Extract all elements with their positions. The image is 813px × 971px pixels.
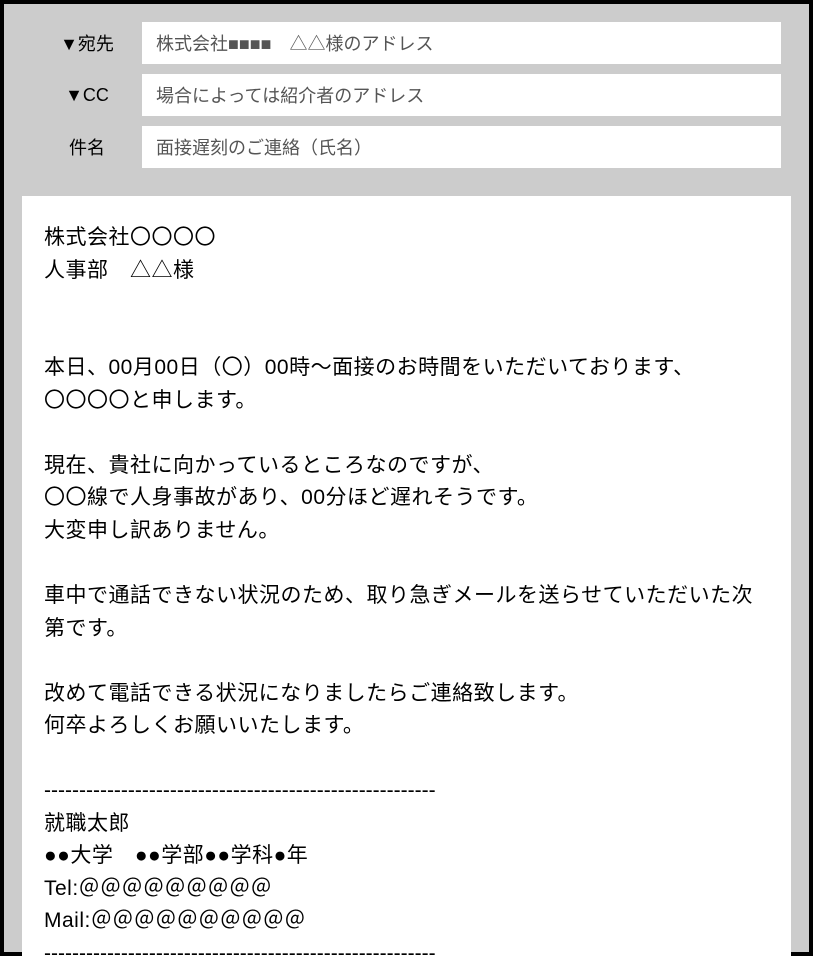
subject-label: 件名 xyxy=(32,134,142,160)
body-greeting-person: 人事部 △△様 xyxy=(44,255,769,288)
signature-tel: Tel:＠＠＠＠＠＠＠＠＠ xyxy=(44,873,769,906)
subject-field[interactable]: 面接遅刻のご連絡（氏名） xyxy=(142,126,781,168)
email-body[interactable]: 株式会社〇〇〇〇 人事部 △△様 本日、00月00日（〇）00時〜面接のお時間を… xyxy=(22,196,791,956)
signature-name: 就職太郎 xyxy=(44,808,769,841)
body-para2-line1: 現在、貴社に向かっているところなのですが、 xyxy=(44,450,769,483)
to-label: ▼宛先 xyxy=(32,30,142,56)
subject-row: 件名 面接遅刻のご連絡（氏名） xyxy=(32,126,781,168)
body-para3-line1: 車中で通話できない状況のため、取り急ぎメールを送らせていただいた次第です。 xyxy=(44,580,769,645)
to-field[interactable]: 株式会社■■■■ △△様のアドレス xyxy=(142,22,781,64)
email-header: ▼宛先 株式会社■■■■ △△様のアドレス ▼CC 場合によっては紹介者のアドレ… xyxy=(22,22,791,196)
cc-label: ▼CC xyxy=(32,85,142,106)
email-template-container: ▼宛先 株式会社■■■■ △△様のアドレス ▼CC 場合によっては紹介者のアドレ… xyxy=(0,0,813,956)
body-para1-line1: 本日、00月00日（〇）00時〜面接のお時間をいただいております、 xyxy=(44,352,769,385)
body-para2-line3: 大変申し訳ありません。 xyxy=(44,515,769,548)
body-greeting-company: 株式会社〇〇〇〇 xyxy=(44,222,769,255)
body-para2-line2: 〇〇線で人身事故があり、00分ほど遅れそうです。 xyxy=(44,482,769,515)
body-para1-line2: 〇〇〇〇と申します。 xyxy=(44,385,769,418)
to-row: ▼宛先 株式会社■■■■ △△様のアドレス xyxy=(32,22,781,64)
cc-field[interactable]: 場合によっては紹介者のアドレス xyxy=(142,74,781,116)
body-para4-line1: 改めて電話できる状況になりましたらご連絡致します。 xyxy=(44,678,769,711)
signature-divider-top: ----------------------------------------… xyxy=(44,775,769,808)
signature-divider-bottom: ----------------------------------------… xyxy=(44,938,769,971)
signature-mail: Mail:＠＠＠＠＠＠＠＠＠＠ xyxy=(44,905,769,938)
body-para4-line2: 何卒よろしくお願いいたします。 xyxy=(44,710,769,743)
signature-school: ●●大学 ●●学部●●学科●年 xyxy=(44,840,769,873)
cc-row: ▼CC 場合によっては紹介者のアドレス xyxy=(32,74,781,116)
